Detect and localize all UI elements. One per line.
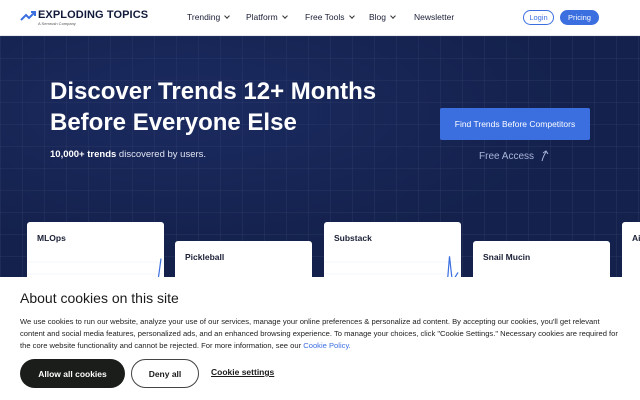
pricing-button[interactable]: Pricing [560,10,599,25]
nav-item-trending[interactable]: Trending [187,12,231,22]
trend-card-title: Pickleball [185,252,225,262]
brand-subtitle: A Semrush Company [38,21,76,26]
cookie-banner: About cookies on this site We use cookie… [0,277,640,400]
trend-card-ai[interactable]: Ai [622,222,640,277]
trend-card-title: Substack [334,233,372,243]
deny-all-button[interactable]: Deny all [131,359,199,388]
trend-card-title: Ai [632,233,640,243]
arrow-up-icon [541,150,549,162]
trend-card-snail-mucin[interactable]: Snail Mucin [473,241,610,277]
login-button[interactable]: Login [523,10,554,25]
trend-count: 10,000+ trends [50,149,117,160]
hero-subline: 10,000+ trends discovered by users. [50,149,206,160]
trend-card-mlops[interactable]: MLOps [27,222,164,277]
trend-card-pickleball[interactable]: Pickleball [175,241,312,277]
trend-sparkline [27,258,164,277]
nav-item-platform[interactable]: Platform [246,12,288,22]
nav-item-label: Platform [246,12,278,22]
nav-item-newsletter[interactable]: Newsletter [414,12,454,22]
chevron-down-icon [224,12,231,19]
nav-item-blog[interactable]: Blog [369,12,396,22]
free-access-link[interactable]: Free Access [479,150,550,162]
hero-headline: Discover Trends 12+ Months Before Everyo… [50,78,377,136]
cookie-banner-body: We use cookies to run our website, analy… [20,316,620,352]
trend-card-substack[interactable]: Substack [324,222,461,277]
chevron-down-icon [390,12,396,19]
find-trends-button[interactable]: Find Trends Before Competitors [440,108,590,140]
brand-logo[interactable]: EXPLODING TOPICS A Semrush Company [20,9,149,26]
allow-all-cookies-button[interactable]: Allow all cookies [20,359,125,388]
nav-item-label: Blog [369,12,387,22]
brand-name: EXPLODING TOPICS [38,9,149,21]
hero-section: Discover Trends 12+ Months Before Everyo… [0,36,640,277]
trend-card-title: MLOps [37,233,66,243]
cookie-policy-link[interactable]: Cookie Policy. [303,341,351,350]
nav-item-free-tools[interactable]: Free Tools [305,12,355,22]
trend-sparkline [324,256,461,277]
top-nav: EXPLODING TOPICS A Semrush Company Trend… [0,0,640,36]
cookie-settings-button[interactable]: Cookie settings [211,367,274,377]
chevron-down-icon [348,12,355,19]
trend-card-title: Snail Mucin [483,252,531,262]
nav-item-label: Trending [187,12,221,22]
nav-item-label: Free Tools [305,12,345,22]
free-access-label: Free Access [479,150,535,162]
cookie-banner-title: About cookies on this site [20,290,179,306]
subline-text: discovered by users. [116,149,207,160]
trend-arrow-icon [20,11,36,21]
chevron-down-icon [281,12,288,19]
nav-item-label: Newsletter [414,12,455,22]
